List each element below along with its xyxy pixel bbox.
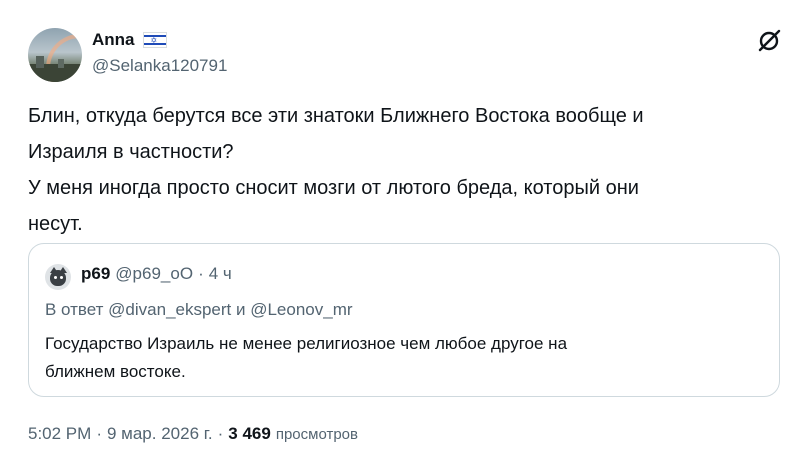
tweet-line: Израиля в частности? — [28, 141, 234, 163]
quoted-author-avatar[interactable] — [45, 264, 71, 290]
author-name-row: Anna ✡ — [92, 30, 167, 50]
author-handle[interactable]: @Selanka120791 — [92, 56, 227, 76]
avatar-building — [58, 59, 64, 68]
tweet-line: У меня иногда просто сносит мозги от лют… — [28, 177, 639, 199]
israel-flag-icon: ✡ — [142, 32, 167, 48]
flag-band — [143, 43, 166, 45]
quoted-author-name[interactable]: p69 — [81, 264, 110, 284]
reply-to-line: В ответ @divan_ekspert и @Leonov_mr — [45, 300, 353, 319]
quoted-line: Государство Израиль не менее религиозное… — [45, 334, 568, 353]
separator-dot: · — [96, 424, 102, 443]
tweet-time[interactable]: 5:02 PM — [28, 424, 91, 444]
tweet-date[interactable]: 9 мар. 2026 г. — [107, 424, 213, 444]
tweet-text: Блин, откуда берутся все эти знатоки Бли… — [28, 98, 768, 242]
tweet-footer: 5:02 PM · 9 мар. 2026 г. · 3 469 просмот… — [28, 424, 358, 444]
cat-eye — [60, 276, 63, 279]
quoted-text: Государство Израиль не менее религиозное… — [45, 330, 765, 386]
tweet-line: Блин, откуда берутся все эти знатоки Бли… — [28, 105, 644, 127]
quoted-tweet[interactable]: p69 @p69_oO · 4 ч В ответ @divan_ekspert… — [28, 243, 780, 397]
tweet-line: несут. — [28, 213, 83, 235]
author-name[interactable]: Anna — [92, 30, 135, 50]
grok-icon[interactable] — [756, 28, 782, 54]
avatar-building — [36, 56, 44, 68]
view-count[interactable]: 3 469 — [228, 424, 271, 444]
separator-dot: · — [217, 424, 224, 443]
quoted-header: p69 @p69_oO · 4 ч — [81, 264, 232, 284]
cat-head — [50, 270, 66, 286]
quoted-time[interactable]: 4 ч — [209, 264, 232, 284]
views-label: просмотров — [275, 426, 358, 443]
cat-eye — [54, 276, 57, 279]
quoted-author-handle[interactable]: @p69_oO — [115, 264, 193, 284]
separator-dot: · — [198, 264, 204, 283]
author-avatar[interactable] — [28, 28, 82, 82]
quoted-line: ближнем востоке. — [45, 362, 186, 381]
